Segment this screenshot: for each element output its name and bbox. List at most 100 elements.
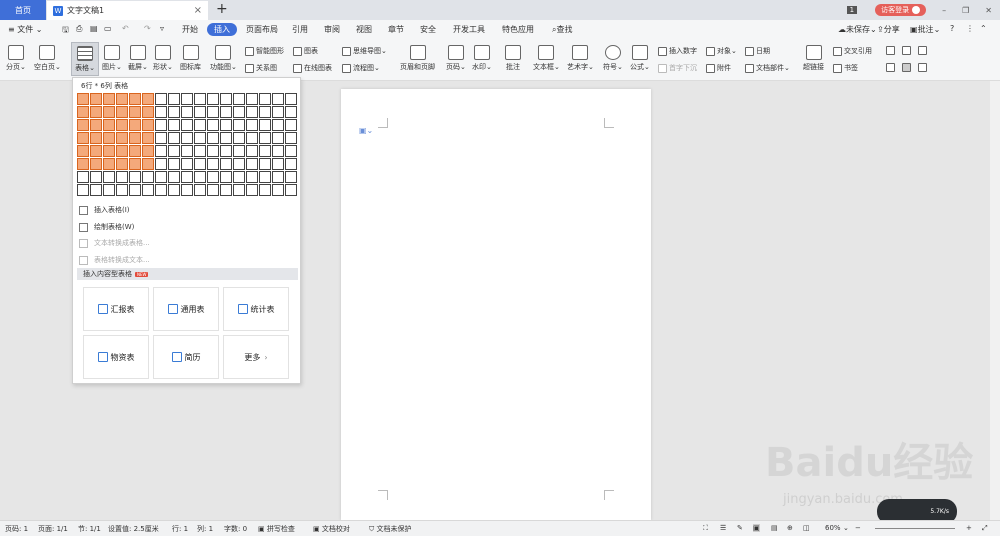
grid-cell[interactable]	[271, 183, 284, 196]
grid-cell[interactable]	[232, 131, 245, 144]
grid-cell[interactable]	[271, 131, 284, 144]
grid-cell[interactable]	[154, 93, 167, 105]
grid-cell[interactable]	[102, 170, 115, 183]
grid-cell[interactable]	[154, 105, 167, 118]
grid-cell[interactable]	[193, 144, 206, 157]
table-button[interactable]: 表格⌄	[71, 42, 99, 76]
grid-cell[interactable]	[206, 157, 219, 170]
grid-cell[interactable]	[154, 157, 167, 170]
grid-cell[interactable]	[77, 118, 89, 131]
icon-library-button[interactable]: 图标库	[180, 45, 201, 72]
grid-cell[interactable]	[89, 118, 102, 131]
drop-cap-button[interactable]: 首字下沉	[658, 63, 697, 73]
chart-button[interactable]: 图表	[293, 46, 318, 56]
grid-cell[interactable]	[193, 183, 206, 196]
layout-icon-3[interactable]	[918, 46, 929, 55]
grid-cell[interactable]	[258, 157, 271, 170]
grid-cell[interactable]	[219, 144, 232, 157]
layout-icon-4[interactable]	[886, 63, 897, 72]
grid-cell[interactable]	[245, 131, 258, 144]
screenshot-button[interactable]: 截屏⌄	[128, 45, 148, 72]
textbox-button[interactable]: 文本框⌄	[533, 45, 560, 72]
art-text-button[interactable]: 艺术字⌄	[567, 45, 594, 72]
redo-icon[interactable]: ↷	[144, 24, 151, 33]
grid-cell[interactable]	[245, 93, 258, 105]
collapse-ribbon-icon[interactable]: ⌃	[980, 24, 987, 33]
grid-cell[interactable]	[206, 93, 219, 105]
doc-protect-button[interactable]: ⛉ 文档未保护	[369, 524, 411, 534]
grid-cell[interactable]	[180, 144, 193, 157]
grid-cell[interactable]	[219, 170, 232, 183]
grid-cell[interactable]	[115, 144, 128, 157]
undo-icon[interactable]: ↶	[122, 24, 129, 33]
tab-home[interactable]: 首页	[0, 0, 46, 20]
status-words[interactable]: 字数: 0	[224, 524, 247, 534]
grid-cell[interactable]	[232, 170, 245, 183]
minimize-icon[interactable]: –	[942, 6, 946, 15]
grid-cell[interactable]	[115, 105, 128, 118]
mind-map-button[interactable]: 思维导图 ⌄	[342, 46, 387, 56]
grid-cell[interactable]	[154, 170, 167, 183]
grid-cell[interactable]	[102, 183, 115, 196]
grid-cell[interactable]	[141, 131, 154, 144]
save-icon[interactable]: 🖫	[62, 24, 69, 38]
grid-cell[interactable]	[258, 144, 271, 157]
grid-cell[interactable]	[219, 183, 232, 196]
document-page[interactable]: ▣⌄	[341, 89, 651, 520]
grid-cell[interactable]	[245, 170, 258, 183]
grid-cell[interactable]	[258, 105, 271, 118]
grid-cell[interactable]	[128, 170, 141, 183]
date-button[interactable]: 日期	[745, 46, 770, 56]
grid-cell[interactable]	[206, 183, 219, 196]
grid-cell[interactable]	[193, 93, 206, 105]
help-icon[interactable]: ?	[950, 24, 954, 33]
grid-cell[interactable]	[245, 118, 258, 131]
grid-cell[interactable]	[271, 118, 284, 131]
grid-cell[interactable]	[232, 157, 245, 170]
grid-cell[interactable]	[271, 144, 284, 157]
grid-cell[interactable]	[193, 131, 206, 144]
grid-cell[interactable]	[180, 93, 193, 105]
grid-cell[interactable]	[167, 183, 180, 196]
status-setting[interactable]: 设置值: 2.5厘米	[108, 524, 159, 534]
share-button[interactable]: ⇪分享	[877, 24, 900, 35]
draw-table-item[interactable]: 绘制表格(W)	[79, 222, 134, 232]
grid-cell[interactable]	[219, 105, 232, 118]
paste-options-icon[interactable]: ▣⌄	[359, 126, 373, 135]
cross-reference-button[interactable]: 交叉引用	[833, 46, 872, 56]
page-break-button[interactable]: 分页⌄	[6, 45, 26, 72]
eye-protect-icon[interactable]: ◫	[803, 524, 810, 532]
grid-cell[interactable]	[141, 93, 154, 105]
grid-cell[interactable]	[128, 131, 141, 144]
unsaved-button[interactable]: ☁未保存⌄	[838, 24, 877, 35]
grid-cell[interactable]	[89, 144, 102, 157]
close-icon[interactable]: ×	[194, 5, 202, 16]
grid-cell[interactable]	[206, 170, 219, 183]
grid-cell[interactable]	[141, 118, 154, 131]
grid-cell[interactable]	[128, 93, 141, 105]
grid-cell[interactable]	[77, 144, 89, 157]
grid-cell[interactable]	[102, 131, 115, 144]
card-general-table[interactable]: 通用表	[153, 287, 219, 331]
grid-cell[interactable]	[89, 105, 102, 118]
tab-document[interactable]: W 文字文稿1 ×	[47, 1, 208, 20]
tab-review[interactable]: 审阅	[324, 24, 340, 35]
preview-icon[interactable]: ▭	[104, 24, 112, 33]
grid-cell[interactable]	[232, 105, 245, 118]
formula-button[interactable]: 公式⌄	[630, 45, 650, 72]
symbol-button[interactable]: 符号⌄	[603, 45, 623, 72]
comment-menu-button[interactable]: ▣批注⌄	[910, 24, 940, 35]
grid-cell[interactable]	[167, 157, 180, 170]
grid-cell[interactable]	[167, 105, 180, 118]
grid-cell[interactable]	[206, 131, 219, 144]
grid-cell[interactable]	[284, 105, 297, 118]
spell-check-button[interactable]: ▣ 拼写检查	[258, 524, 295, 534]
grid-cell[interactable]	[89, 183, 102, 196]
grid-cell[interactable]	[115, 118, 128, 131]
read-view-icon[interactable]: ▤	[771, 524, 778, 532]
object-button[interactable]: 对象 ⌄	[706, 46, 737, 56]
fit-page-icon[interactable]: ⤢	[982, 524, 988, 533]
grid-cell[interactable]	[258, 93, 271, 105]
grid-cell[interactable]	[232, 144, 245, 157]
grid-cell[interactable]	[128, 118, 141, 131]
